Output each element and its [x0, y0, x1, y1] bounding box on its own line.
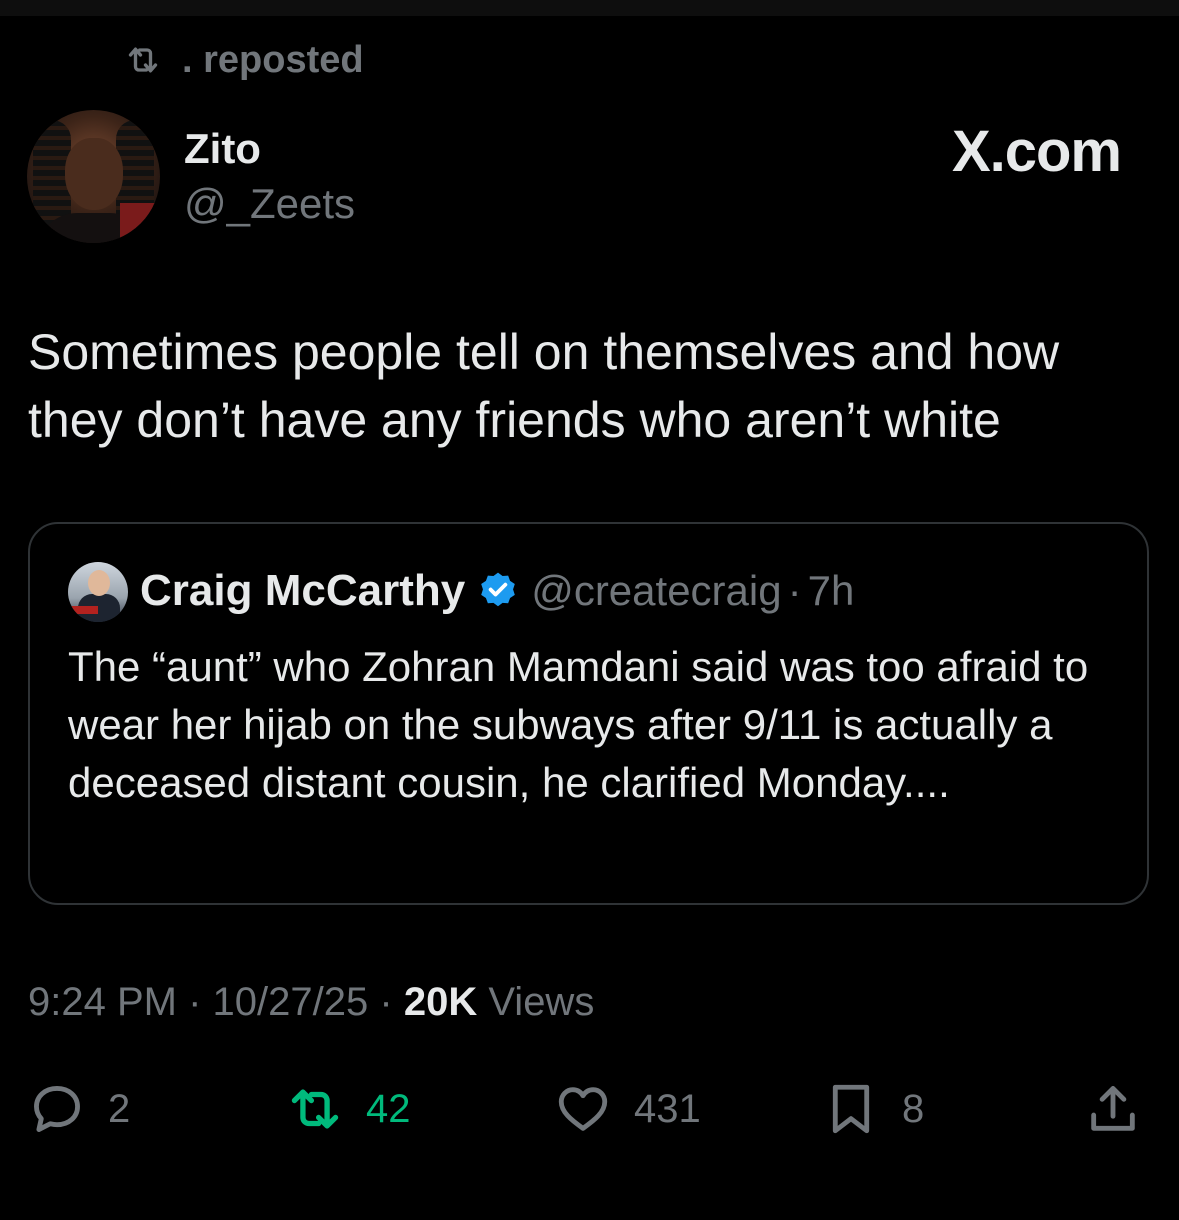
tweet-meta: 9:24 PM · 10/27/25 · 20K Views — [28, 980, 594, 1025]
like-count: 431 — [634, 1086, 701, 1131]
status-bar-edge — [0, 0, 1179, 16]
views-label: Views — [488, 980, 595, 1024]
verified-badge-icon — [481, 572, 515, 607]
repost-icon — [291, 1089, 339, 1129]
quoted-author-name[interactable]: Craig McCarthy — [140, 566, 465, 616]
share-icon — [1091, 1086, 1135, 1131]
repost-count: 42 — [366, 1086, 411, 1131]
quoted-tweet-time[interactable]: 7h — [808, 567, 855, 615]
bookmark-button[interactable]: 8 — [822, 1074, 924, 1144]
tweet-text: Sometimes people tell on themselves and … — [28, 324, 1060, 448]
share-button[interactable] — [1084, 1074, 1142, 1144]
repost-button[interactable]: 42 — [286, 1074, 411, 1144]
brand-watermark: X.com — [951, 119, 1122, 184]
reply-icon — [34, 1086, 80, 1132]
author-display-name[interactable]: Zito — [184, 125, 261, 173]
repost-label: . reposted — [182, 38, 364, 81]
quoted-author-avatar[interactable] — [68, 562, 128, 622]
quoted-tweet-card[interactable]: Craig McCarthy @createcraig · 7h The “au… — [28, 522, 1149, 905]
separator-dot: · — [379, 980, 393, 1024]
quoted-author-handle[interactable]: @createcraig — [531, 567, 781, 615]
bookmark-icon — [832, 1084, 870, 1134]
next-section-edge — [28, 1206, 248, 1220]
bookmark-count: 8 — [902, 1086, 925, 1131]
heart-icon — [558, 1087, 608, 1131]
reply-button[interactable]: 2 — [28, 1074, 130, 1144]
author-avatar[interactable] — [27, 110, 160, 243]
tweet-date[interactable]: 10/27/25 — [213, 980, 369, 1024]
separator-dot: · — [787, 567, 802, 614]
quoted-tweet-header: Craig McCarthy @createcraig · 7h — [140, 566, 854, 616]
tweet-actions-bar: 2 42 431 8 — [0, 1074, 1179, 1144]
repost-indicator: . reposted — [118, 38, 364, 82]
author-handle[interactable]: @_Zeets — [184, 180, 355, 228]
like-button[interactable]: 431 — [554, 1074, 701, 1144]
reply-count: 2 — [108, 1086, 131, 1131]
repost-icon — [128, 47, 158, 73]
views-count: 20K — [403, 980, 478, 1024]
tweet-time[interactable]: 9:24 PM — [28, 980, 177, 1024]
quoted-tweet-text: The “aunt” who Zohran Mamdani said was t… — [68, 643, 1089, 806]
separator-dot: · — [188, 980, 202, 1024]
